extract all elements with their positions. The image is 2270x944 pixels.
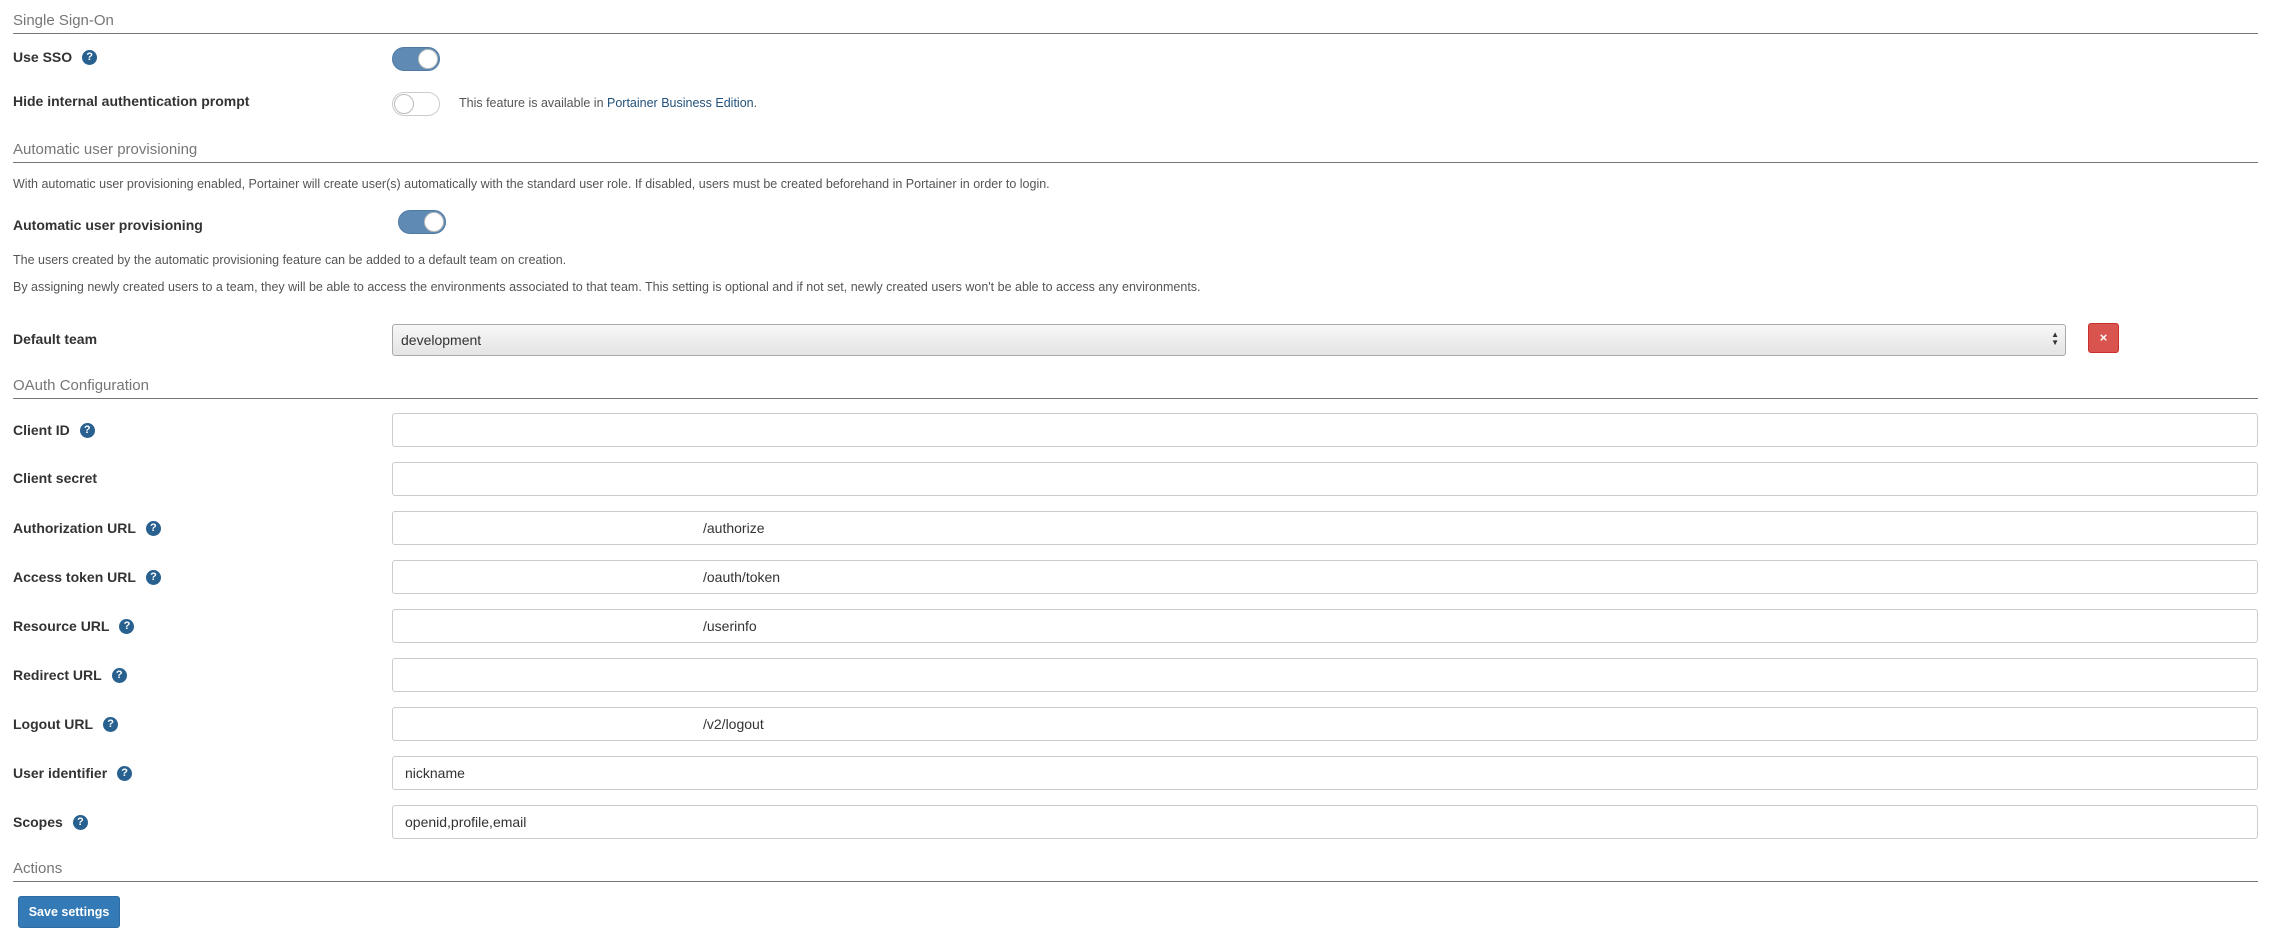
help-icon[interactable]: ? [82,49,98,65]
help-icon[interactable]: ? [117,765,133,781]
toggle-knob [424,212,444,232]
save-settings-button[interactable]: Save settings [18,896,120,928]
hide-prompt-label: Hide internal authentication prompt [13,93,250,109]
remove-team-button[interactable]: × [2088,323,2119,353]
toggle-knob [394,94,414,114]
client-id-label-text: Client ID [13,422,70,438]
redirect-url-label-text: Redirect URL [13,667,102,683]
authorization-url-input[interactable]: /authorize [392,511,2258,545]
help-icon[interactable]: ? [145,569,161,585]
resource-url-input[interactable]: /userinfo [392,609,2258,643]
default-team-label: Default team [13,331,98,347]
authorization-url-label-text: Authorization URL [13,520,136,536]
client-id-input[interactable] [392,413,2258,447]
user-identifier-input[interactable]: nickname [392,756,2258,790]
be-feature-note: This feature is available in Portainer B… [459,96,757,110]
logout-url-label: Logout URL ? [13,715,119,733]
provisioning-label: Automatic user provisioning [13,217,203,233]
scopes-label-text: Scopes [13,814,63,830]
access-token-url-label: Access token URL ? [13,568,161,586]
logout-url-label-text: Logout URL [13,716,94,732]
logout-url-input[interactable]: /v2/logout [392,707,2258,741]
actions-section-title: Actions [13,860,2258,882]
access-token-url-input[interactable]: /oauth/token [392,560,2258,594]
provisioning-toggle[interactable] [398,210,446,234]
toggle-knob [418,49,438,69]
be-link[interactable]: Portainer Business Edition [607,96,754,110]
team-note-2: By assigning newly created users to a te… [13,280,1201,294]
use-sso-label: Use SSO ? [13,48,98,66]
use-sso-label-text: Use SSO [13,49,73,65]
scopes-input[interactable]: openid,profile,email [392,805,2258,839]
team-note-1: The users created by the automatic provi… [13,253,567,267]
help-icon[interactable]: ? [119,618,135,634]
authorization-url-label: Authorization URL ? [13,519,161,537]
be-note-suffix: . [753,96,758,110]
user-identifier-label: User identifier ? [13,764,133,782]
use-sso-toggle[interactable] [392,47,440,71]
access-token-url-label-text: Access token URL [13,569,136,585]
client-id-label: Client ID ? [13,421,95,439]
help-icon[interactable]: ? [111,667,127,683]
scopes-label: Scopes ? [13,813,88,831]
user-identifier-label-text: User identifier [13,765,108,781]
provisioning-section-title: Automatic user provisioning [13,141,2258,163]
oauth-section-title: OAuth Configuration [13,377,2258,399]
select-arrows-icon: ▲ ▼ [2051,330,2059,347]
sso-section-title: Single Sign-On [13,12,2258,34]
help-icon[interactable]: ? [72,814,88,830]
default-team-select[interactable]: development ▲ ▼ [392,324,2066,356]
logout-url-value: /v2/logout [703,716,764,732]
authorization-url-value: /authorize [703,520,765,536]
resource-url-label: Resource URL ? [13,617,135,635]
provisioning-description: With automatic user provisioning enabled… [13,177,1050,191]
redirect-url-input[interactable] [392,658,2258,692]
be-note-prefix: This feature is available in [459,96,607,110]
redirect-url-label: Redirect URL ? [13,666,127,684]
help-icon[interactable]: ? [103,716,119,732]
resource-url-value: /userinfo [703,618,757,634]
hide-prompt-toggle[interactable] [392,92,440,116]
help-icon[interactable]: ? [145,520,161,536]
client-secret-label: Client secret [13,470,98,486]
resource-url-label-text: Resource URL [13,618,110,634]
access-token-url-value: /oauth/token [703,569,781,585]
help-icon[interactable]: ? [79,422,95,438]
default-team-value: development [401,332,482,348]
client-secret-input[interactable] [392,462,2258,496]
